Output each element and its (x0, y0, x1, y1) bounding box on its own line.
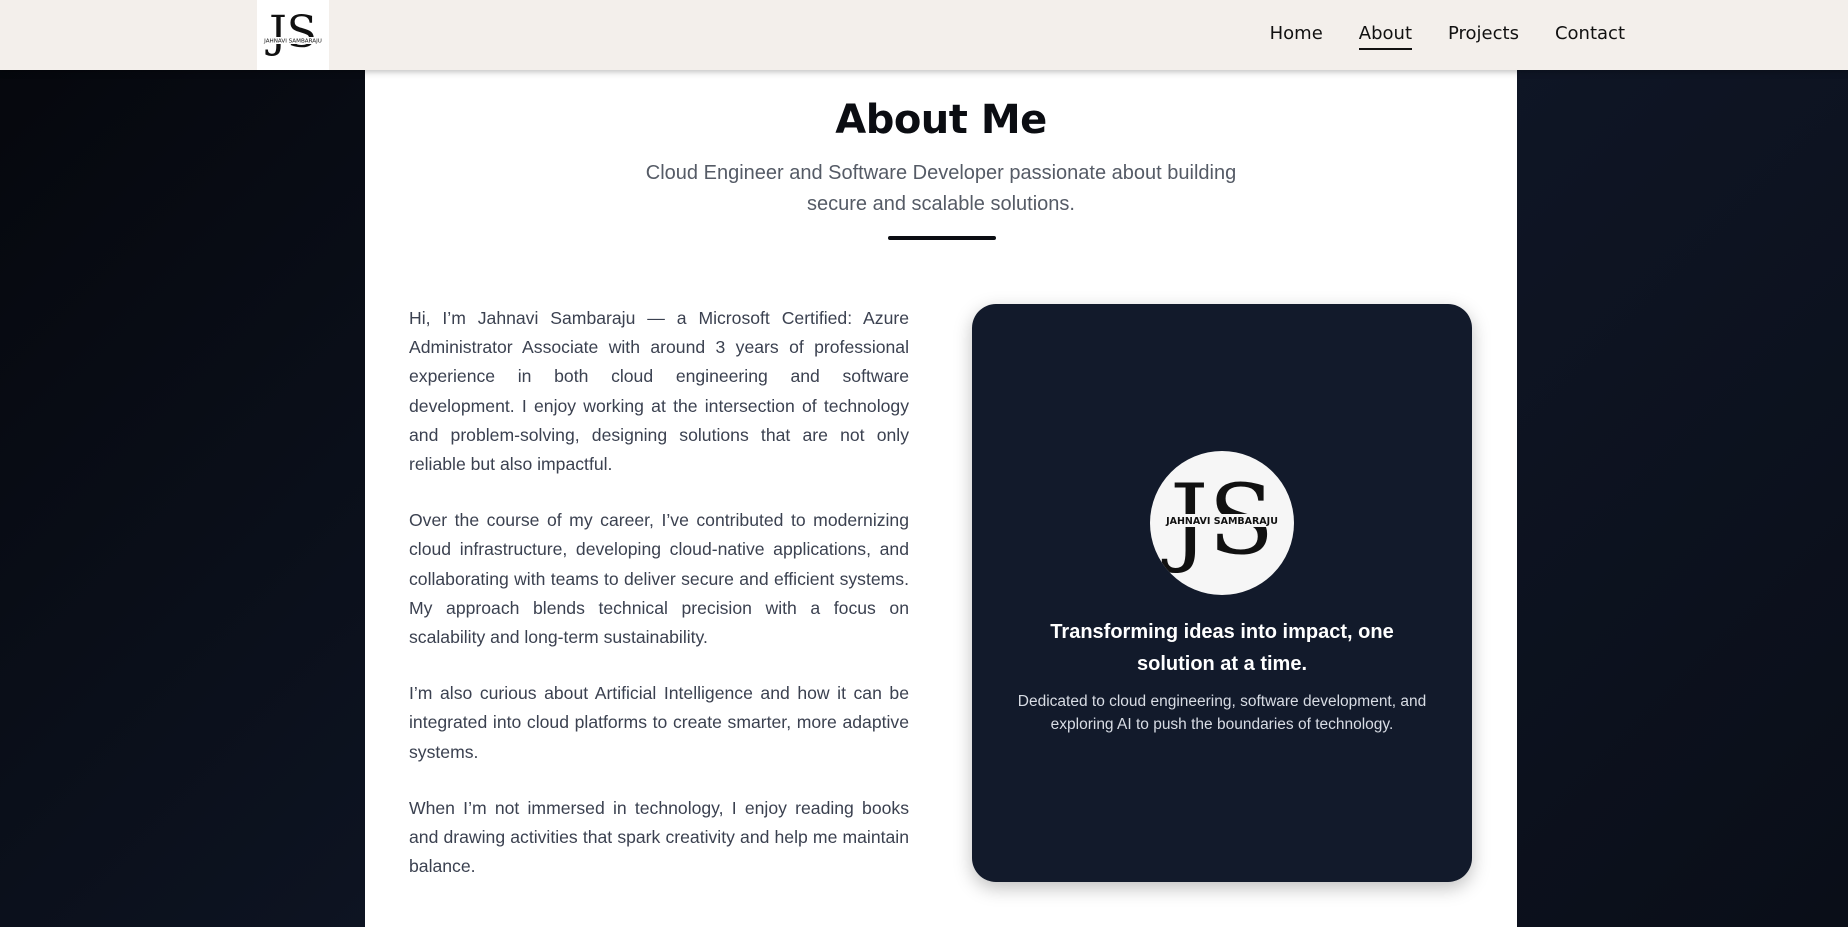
title-divider (888, 236, 996, 240)
avatar-monogram: JS JAHNAVI SAMBARAJU (1161, 464, 1280, 576)
bio-paragraph-4: When I’m not immersed in technology, I e… (409, 797, 909, 877)
bio-text: Hi, I’m Jahnavi Sambaraju — a Microsoft … (409, 304, 909, 908)
nav-contact[interactable]: Contact (1555, 23, 1625, 50)
logo-name-text: JAHNAVI SAMBARAJU (263, 39, 322, 45)
nav-projects[interactable]: Projects (1448, 23, 1519, 50)
about-section: About Me Cloud Engineer and Software Dev… (365, 70, 1517, 927)
page-title: About Me (835, 97, 1047, 143)
logo-monogram-text: JS (265, 7, 317, 58)
avatar: JS JAHNAVI SAMBARAJU (1150, 451, 1294, 595)
logo-monogram: JS JAHNAVI SAMBARAJU (263, 7, 323, 58)
site-logo[interactable]: JS JAHNAVI SAMBARAJU (257, 0, 329, 70)
card-description: Dedicated to cloud engineering, software… (1017, 693, 1427, 733)
avatar-name-text: JAHNAVI SAMBARAJU (1165, 516, 1278, 527)
profile-card: JS JAHNAVI SAMBARAJU Transforming ideas … (972, 304, 1472, 882)
page-subtitle: Cloud Engineer and Software Developer pa… (645, 162, 1237, 215)
nav-home[interactable]: Home (1270, 23, 1323, 50)
card-headline: Transforming ideas into impact, one solu… (1050, 621, 1394, 675)
bio-paragraph-3: I’m also curious about Artificial Intell… (409, 683, 909, 762)
bio-paragraph-2: Over the course of my career, I’ve contr… (409, 510, 909, 648)
bio-paragraph-1: Hi, I’m Jahnavi Sambaraju — a Microsoft … (409, 308, 909, 475)
nav-about[interactable]: About (1358, 23, 1412, 50)
site-header: JS JAHNAVI SAMBARAJU Home About Projects… (0, 0, 1848, 70)
main-nav: Home About Projects Contact (1270, 0, 1625, 70)
